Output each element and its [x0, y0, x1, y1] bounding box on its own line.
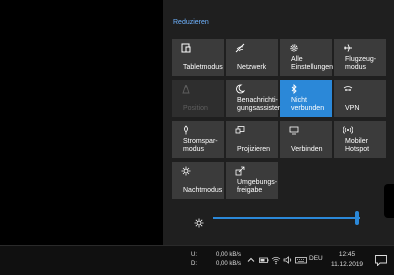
clock-date: 11.12.2019 [331, 261, 364, 268]
wifi-icon[interactable] [271, 255, 281, 265]
tile-tablet-mode[interactable]: Tabletmodus [172, 39, 224, 76]
upload-label: U: [191, 252, 197, 258]
tile-label: Stromspar- modus [183, 138, 218, 153]
tile-all-settings[interactable]: Alle Einstellungen [280, 39, 334, 76]
bluetooth-icon [289, 84, 299, 94]
taskbar: U: D: 0,00 kB/s 0,00 kB/s DEU 12:45 11.1… [0, 245, 394, 275]
keyboard-icon[interactable] [295, 255, 307, 265]
tile-label: Nicht verbunden [291, 97, 325, 112]
vpn-icon [343, 84, 353, 94]
panel-edge-handle [384, 184, 394, 218]
nearby-sharing-icon [235, 166, 245, 176]
tile-connect[interactable]: Verbinden [280, 121, 332, 158]
moon-icon [235, 84, 245, 94]
tile-label: Projizieren [237, 146, 271, 153]
tile-battery-saver[interactable]: Stromspar- modus [172, 121, 224, 158]
net-speed-values: 0,00 kB/s 0,00 kB/s [216, 251, 241, 269]
tile-label: Position [183, 105, 208, 112]
volume-icon[interactable] [283, 255, 293, 265]
tile-project[interactable]: Projizieren [226, 121, 278, 158]
tile-label: Benachrichti- gungsassistent [237, 97, 284, 112]
tile-vpn[interactable]: VPN [334, 80, 386, 117]
tile-label: Verbinden [291, 146, 323, 153]
chevron-up-icon[interactable] [246, 255, 256, 265]
hotspot-icon [343, 125, 353, 135]
tile-label: Flugzeug- modus [345, 56, 377, 71]
tile-night-light[interactable]: Nachtmodus [172, 162, 224, 199]
download-label: D: [191, 261, 197, 267]
tile-nearby-sharing[interactable]: Umgebungs- freigabe [226, 162, 278, 199]
tile-bluetooth[interactable]: Nicht verbunden [280, 80, 332, 117]
tile-label: Netzwerk [237, 64, 267, 71]
clock[interactable]: 12:45 11.12.2019 [331, 250, 363, 270]
connect-icon [289, 125, 299, 135]
tile-location[interactable]: Position [172, 80, 224, 117]
notification-icon [375, 255, 387, 266]
desktop-background [0, 0, 163, 245]
net-speed-labels: U: D: [191, 251, 197, 269]
gear-icon [289, 43, 299, 53]
brightness-slider-track[interactable] [213, 217, 360, 219]
upload-value: 0,00 kB/s [216, 252, 242, 258]
sun-icon [194, 213, 204, 228]
tile-mobile-hotspot[interactable]: Mobiler Hotspot [334, 121, 386, 158]
clock-time: 12:45 [338, 251, 356, 258]
battery-icon[interactable] [259, 255, 269, 265]
tile-airplane-mode[interactable]: Flugzeug- modus [334, 39, 386, 76]
tile-label: Alle Einstellungen [291, 56, 334, 71]
action-center-panel: Reduzieren Tabletmodus Netzwerk Alle Ein… [163, 0, 394, 245]
download-value: 0,00 kB/s [216, 261, 242, 267]
collapse-link[interactable]: Reduzieren [173, 19, 209, 26]
project-icon [235, 125, 245, 135]
action-center-button[interactable] [368, 246, 394, 275]
tile-label: Umgebungs- freigabe [237, 179, 278, 194]
brightness-slider-thumb[interactable] [355, 211, 359, 225]
tile-label: Nachtmodus [183, 187, 223, 194]
tile-label: Tabletmodus [183, 64, 223, 71]
brightness-slider-row [163, 205, 394, 231]
battery-saver-icon [181, 125, 191, 135]
language-indicator[interactable]: DEU [309, 255, 323, 262]
tile-label: Mobiler Hotspot [345, 138, 370, 153]
tile-label: VPN [345, 105, 360, 112]
airplane-icon [343, 43, 353, 53]
tile-network[interactable]: Netzwerk [226, 39, 278, 76]
tablet-mode-icon [181, 43, 191, 53]
network-icon [235, 43, 245, 53]
tile-focus-assist[interactable]: Benachrichti- gungsassistent [226, 80, 284, 117]
location-icon [181, 84, 191, 94]
night-light-icon [181, 166, 191, 176]
